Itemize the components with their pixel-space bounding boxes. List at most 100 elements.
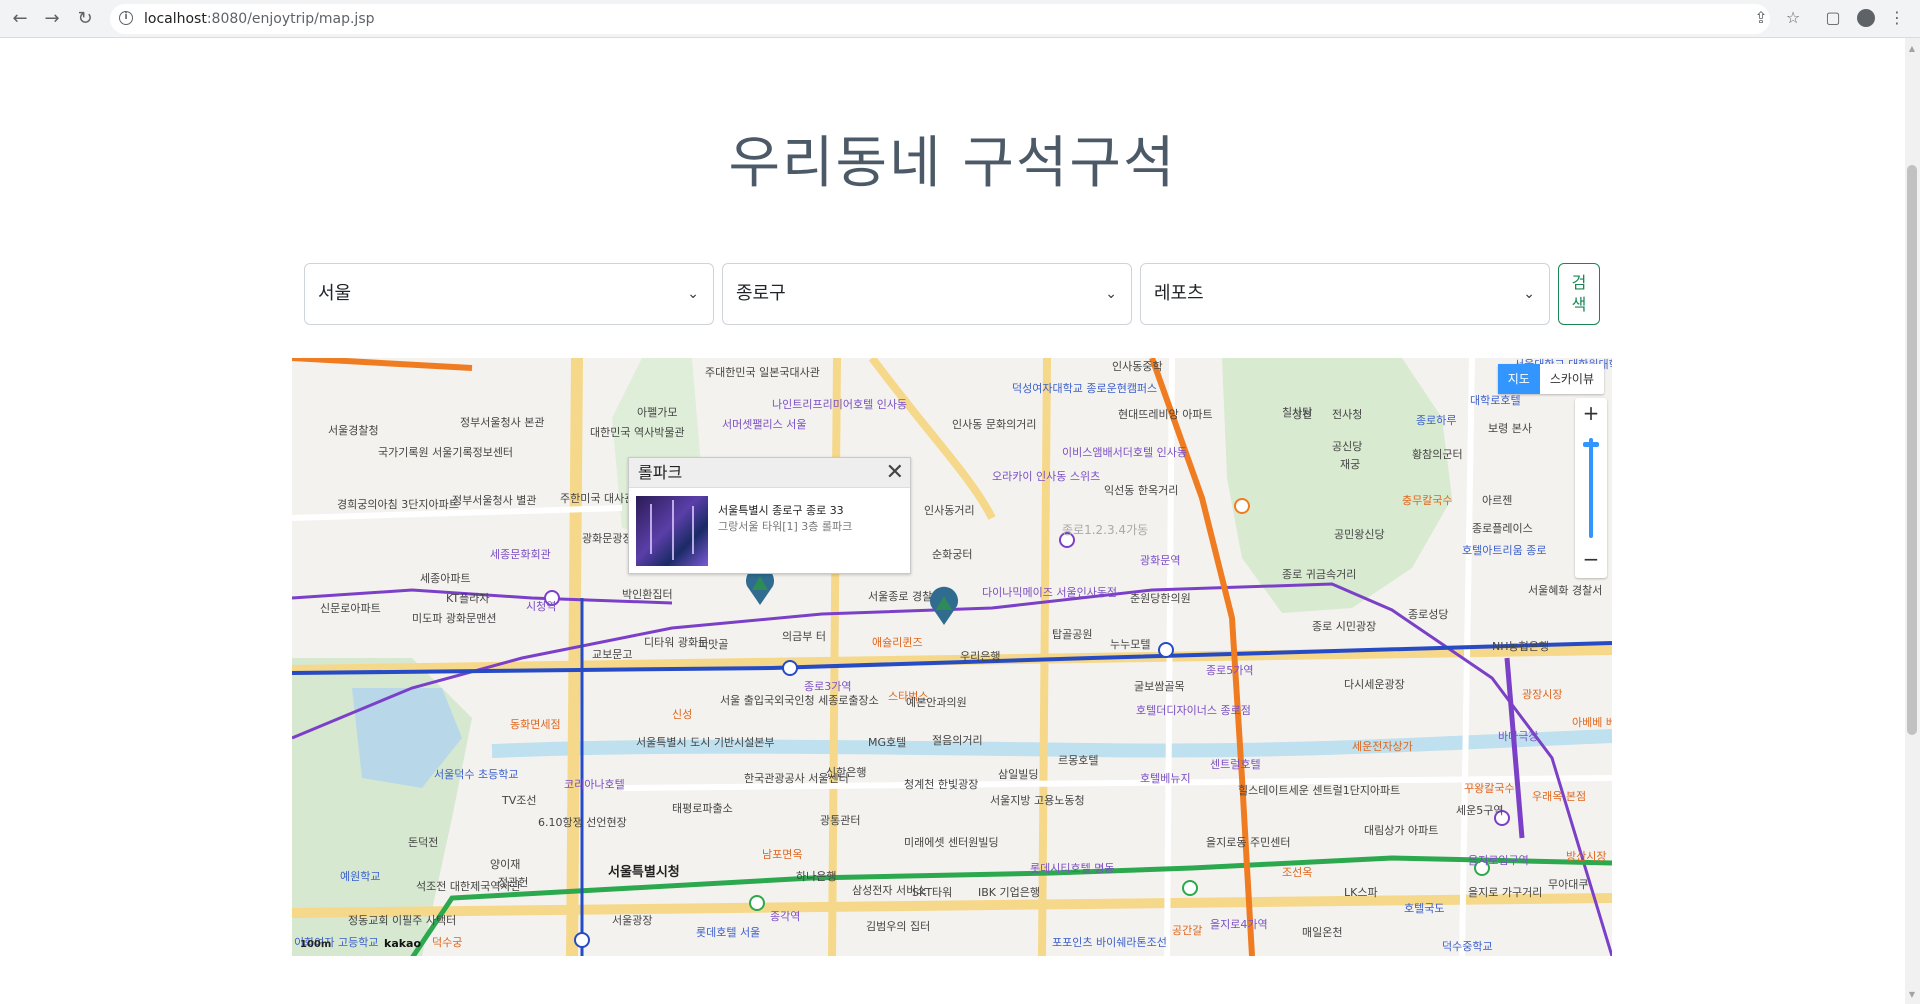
more-menu-icon[interactable]: ⋮ [1887,8,1907,28]
back-icon[interactable]: ← [8,7,32,31]
map-label[interactable]: 서머셋팰리스 서울 [722,418,806,431]
map-label[interactable]: 미래에셋 센터원빌딩 [904,836,999,849]
map-label[interactable]: KT플라자 [446,592,489,605]
map-label[interactable]: 한국관광공사 서울센터 [744,772,849,785]
close-icon[interactable]: ✕ [886,460,904,486]
map-label[interactable]: 호텔베뉴지 [1140,772,1191,785]
map-label[interactable]: 박인환집터 [622,588,673,601]
address-bar[interactable]: i localhost:8080/enjoytrip/map.jsp [110,4,1770,34]
map-label[interactable]: 청계천 한빛광장 [904,778,978,791]
map-label[interactable]: 정관헌 [498,876,528,889]
map-label[interactable]: 종로하루 [1416,414,1456,427]
map-label[interactable]: 신성 [672,708,692,721]
map-label[interactable]: 하나은행 [796,870,836,883]
map-label[interactable]: 서울특별시청 [608,866,680,879]
scroll-down-icon[interactable]: ▼ [1907,990,1917,1000]
search-button[interactable]: 검색 [1558,263,1600,325]
map-label[interactable]: 신문로아파트 [320,602,381,615]
map-label[interactable]: 을지로동 주민센터 [1206,836,1290,849]
map-label[interactable]: 황참의군터 [1412,448,1463,461]
map-label[interactable]: 센트럴호텔 [1210,758,1261,771]
zoom-out-button[interactable]: − [1575,544,1607,576]
map-marker-icon[interactable] [928,586,960,626]
map-label[interactable]: 꾸왕칼국수 [1464,782,1515,795]
map-label[interactable]: 국가기록원 서울기록정보센터 [378,446,513,459]
reload-icon[interactable]: ↻ [73,7,97,31]
map-label[interactable]: 정동교회 이필주 사택터 [348,914,456,927]
map-label[interactable]: 탑골공원 [1052,628,1092,641]
map-label[interactable]: 인사동 문화의거리 [952,418,1036,431]
map-label[interactable]: 익선동 한옥거리 [1104,484,1178,497]
map-label[interactable]: 우래옥 본점 [1532,790,1586,803]
map-label[interactable]: NH농협은행 [1492,640,1549,653]
map-label[interactable]: 바다극장 [1498,730,1538,743]
subway-station-label[interactable]: 종로3가역 [804,680,851,693]
map-label[interactable]: 대학로호텔 [1470,394,1521,407]
subway-station-label[interactable]: 을지로입구역 [1468,854,1529,867]
map-label[interactable]: 태평로파출소 [672,802,733,815]
map-label[interactable]: 조선옥 [1282,866,1312,879]
map-label[interactable]: 우리은행 [960,650,1000,663]
map-label[interactable]: 인사동중학 [1112,360,1163,373]
forward-icon[interactable]: → [40,7,64,31]
map-label[interactable]: 매일온천 [1302,926,1342,939]
map-label[interactable]: 힐스테이트세운 센트럴1단지아파트 [1238,784,1400,797]
map-label[interactable]: 교보문고 [592,648,632,661]
map-label[interactable]: 코리아나호텔 [564,778,625,791]
map-label[interactable]: 호텔국도 [1404,902,1444,915]
site-info-icon[interactable]: i [119,11,133,25]
map-label[interactable]: 서울혜화 경찰서 [1528,584,1602,597]
map-label[interactable]: 남포면옥 [762,848,802,861]
map-label[interactable]: 서울경찰청 [328,424,379,437]
map-label[interactable]: MG호텔 [868,736,906,749]
zoom-slider[interactable] [1589,438,1593,538]
map-label[interactable]: 아베베 베이커리 [1572,716,1612,729]
map-label[interactable]: 김범우의 집터 [866,920,930,933]
kakao-map[interactable]: 주대한민국 일본국대사관 나인트리프리미어호텔 인사동 인사동 문화의거리 인사… [292,358,1612,956]
map-label[interactable]: 미도파 광화문맨션 [412,612,496,625]
map-label[interactable]: 광화문광장 [582,532,633,545]
map-label[interactable]: 을지로 가구거리 [1468,886,1542,899]
marker-info-window[interactable]: 롤파크 ✕ 서울특별시 종로구 종로 33 그랑서울 타워[1] 3층 롤파크 [628,457,911,574]
map-label[interactable]: 돈덕전 [408,836,438,849]
map-label[interactable]: 피맛골 [698,638,728,651]
map-label[interactable]: 정부서울청사 별관 [452,494,536,507]
subway-station-label[interactable]: 광화문역 [1140,554,1180,567]
map-label[interactable]: 아르젠 [1482,494,1512,507]
map-label[interactable]: 포포인츠 바이쉐라톤조선 [1052,936,1167,949]
map-label[interactable]: 서울광장 [612,914,652,927]
map-label[interactable]: 인사동거리 [924,504,975,517]
map-label[interactable]: 공간갈 [1172,924,1202,937]
map-label[interactable]: 현대뜨레비앙 아파트 [1118,408,1213,421]
side-panel-icon[interactable]: ▢ [1823,8,1843,28]
map-label[interactable]: 롯데호텔 서울 [696,926,760,939]
map-label[interactable]: 춘원당한의원 [1130,592,1191,605]
scrollbar-thumb[interactable] [1907,165,1917,735]
map-label[interactable]: LK스파 [1344,886,1378,899]
map-label[interactable]: 다이나믹메이즈 서울인사동점 [982,586,1117,599]
map-label[interactable]: 종로플레이스 [1472,522,1533,535]
map-label[interactable]: 주한미국 대사관 [560,492,634,505]
map-label[interactable]: 세운전자상가 [1352,740,1413,753]
map-label[interactable]: 방산시장 [1566,850,1606,863]
map-label[interactable]: 예본안과의원 [906,696,967,709]
subway-station-label[interactable]: 종각역 [770,910,800,923]
map-label[interactable]: 양이재 [490,858,520,871]
subway-station-label[interactable]: 종로5가역 [1206,664,1253,677]
map-label[interactable]: 광통관터 [820,814,860,827]
map-label[interactable]: 세종아파트 [420,572,471,585]
map-label[interactable]: IBK 기업은행 [978,886,1040,899]
map-label[interactable]: TV조선 [502,794,536,807]
map-label[interactable]: 보령 본사 [1488,422,1532,435]
map-label[interactable]: 경희궁의아침 3단지아파트 [337,498,459,511]
map-label[interactable]: 누누모텔 [1110,638,1150,651]
map-label[interactable]: 무아대쿠 [1548,878,1588,891]
profile-avatar-icon[interactable] [1857,9,1875,27]
zoom-slider-handle[interactable] [1583,442,1599,447]
map-label[interactable]: 의금부 터 [782,630,826,643]
map-label[interactable]: 다시세운광장 [1344,678,1405,691]
map-label[interactable]: 세종문화회관 [490,548,551,561]
share-icon[interactable]: ⇪ [1751,8,1771,28]
map-label[interactable]: 아펠가모 [637,406,677,419]
map-label[interactable]: 호텔더디자이너스 종로점 [1136,704,1251,717]
